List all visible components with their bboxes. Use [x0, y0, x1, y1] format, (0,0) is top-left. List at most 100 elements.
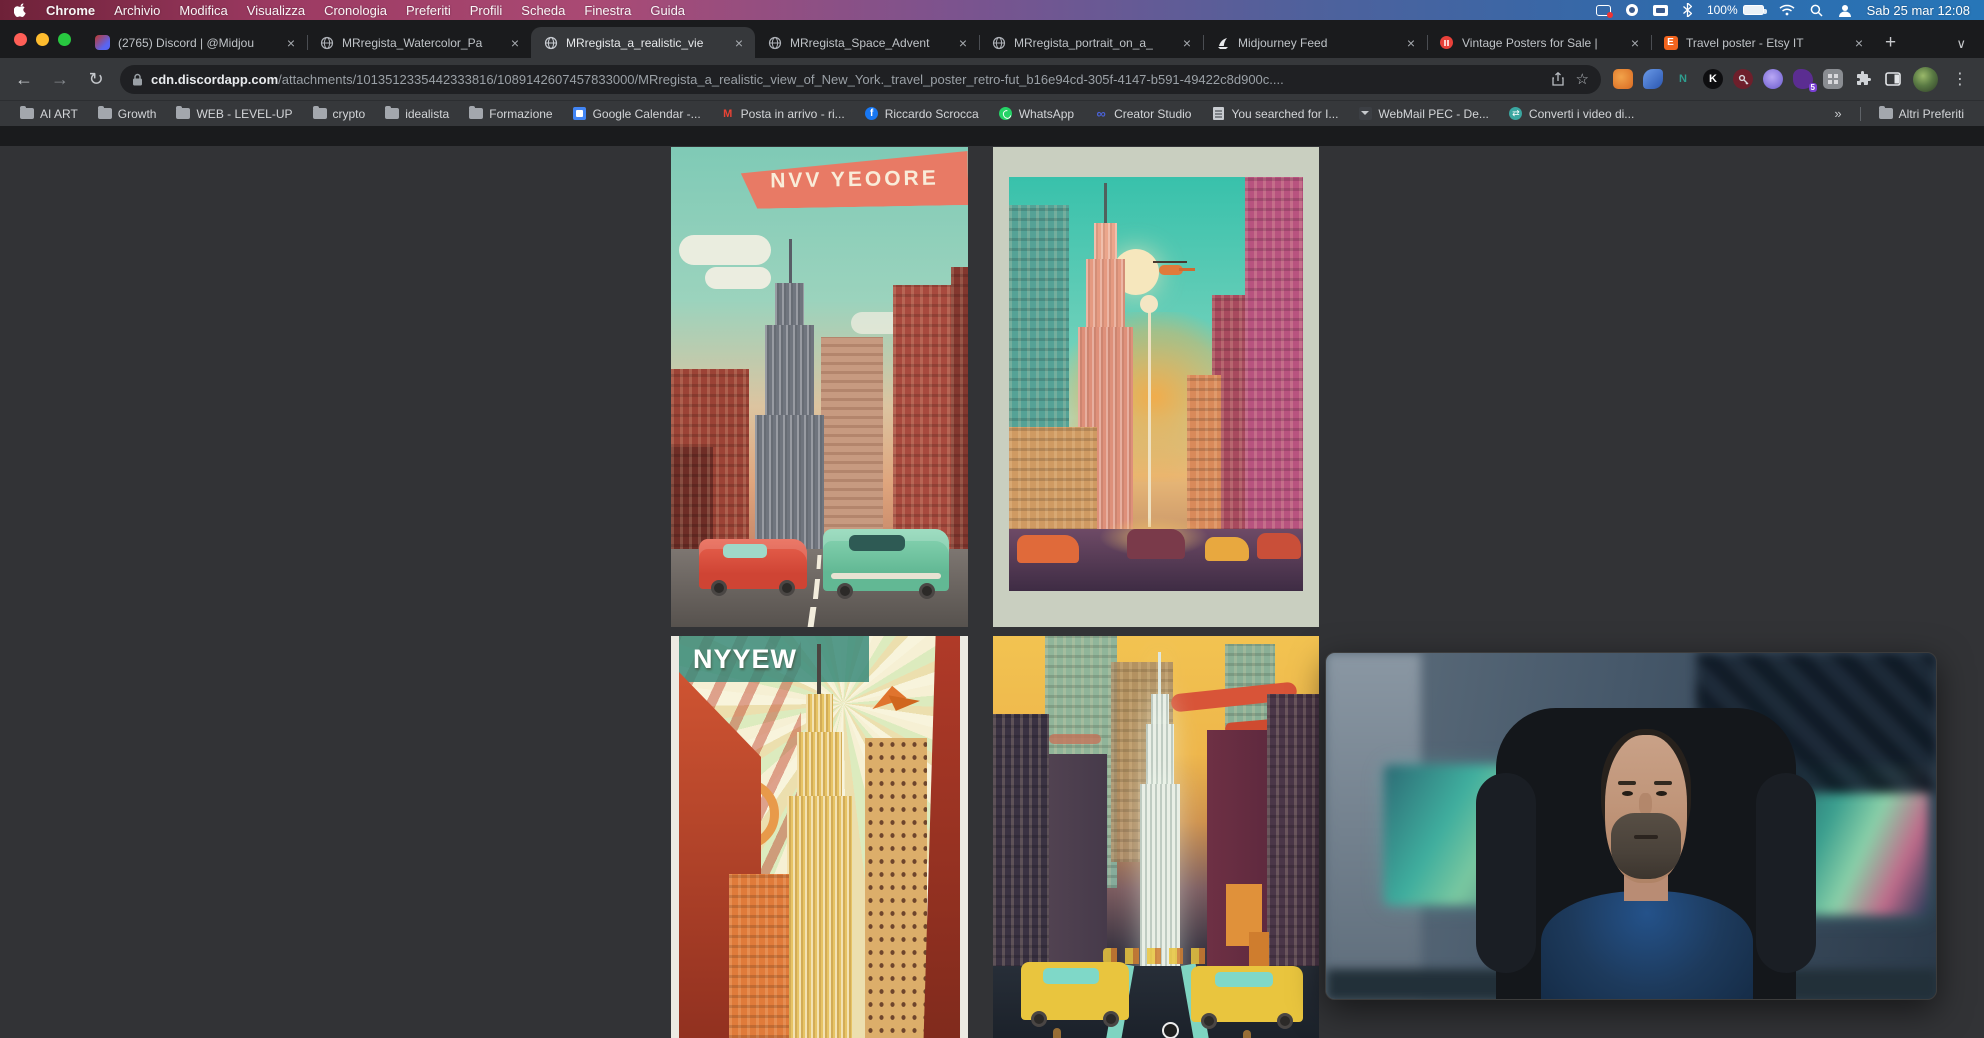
poster-image-bottom-left[interactable]: NYYEW: [671, 636, 968, 1038]
globe-favicon-icon: [543, 35, 558, 50]
chrome-menu-icon[interactable]: ⋮: [1948, 69, 1972, 89]
close-window-button[interactable]: [14, 33, 27, 46]
bookmark-folder-ai-art[interactable]: AI ART: [12, 105, 86, 123]
bookmark-label: Growth: [118, 107, 157, 121]
padlock-icon[interactable]: [132, 73, 143, 86]
poster-image-bottom-right[interactable]: [993, 636, 1319, 1038]
bookmarks-bar: AI ART Growth WEB - LEVEL-UP crypto idea…: [0, 100, 1984, 126]
extension-icon-purple-5[interactable]: 5: [1793, 69, 1813, 89]
tab-etsy[interactable]: E Travel poster - Etsy IT ×: [1651, 27, 1875, 58]
menu-chrome[interactable]: Chrome: [46, 3, 95, 18]
back-icon[interactable]: ←: [12, 69, 36, 90]
tab-close-icon[interactable]: ×: [1853, 35, 1865, 51]
bookmark-facebook-profile[interactable]: fRiccardo Scrocca: [857, 105, 987, 123]
taxi-wheel: [1031, 1011, 1047, 1027]
tab-close-icon[interactable]: ×: [509, 35, 521, 51]
extension-icon-teal-n[interactable]: N: [1673, 69, 1693, 89]
extension-icon-orange[interactable]: [1613, 69, 1633, 89]
bookmark-gmail-inbox[interactable]: MPosta in arrivo - ri...: [713, 105, 853, 123]
car-grille: [831, 573, 941, 579]
menu-preferiti[interactable]: Preferiti: [406, 3, 451, 18]
obs-status-icon[interactable]: [1626, 4, 1638, 16]
street-lamp-globe: [1140, 295, 1158, 313]
menu-bar-status: 100% Sab 25 mar 12:08: [1596, 3, 1970, 18]
forward-icon[interactable]: →: [48, 69, 72, 90]
menu-scheda[interactable]: Scheda: [521, 3, 565, 18]
battery-indicator[interactable]: 100%: [1707, 3, 1764, 17]
folder-icon: [469, 107, 483, 121]
tab-strip: (2765) Discord | @Midjou × MRregista_Wat…: [0, 20, 1984, 58]
tab-close-icon[interactable]: ×: [1181, 35, 1193, 51]
bookmark-folder-idealista[interactable]: idealista: [377, 105, 457, 123]
bookmark-you-searched[interactable]: You searched for I...: [1203, 105, 1346, 123]
minimize-window-button[interactable]: [36, 33, 49, 46]
tab-watercolor-image[interactable]: MRregista_Watercolor_Pa ×: [307, 27, 531, 58]
menu-modifica[interactable]: Modifica: [179, 3, 227, 18]
tab-vintage-posters[interactable]: Vintage Posters for Sale | ×: [1427, 27, 1651, 58]
address-bar[interactable]: cdn.discordapp.com/attachments/101351233…: [120, 65, 1601, 94]
tab-search-chevron-icon[interactable]: ∨: [1950, 36, 1976, 58]
bookmark-webmail-pec[interactable]: WebMail PEC - De...: [1350, 105, 1496, 123]
bluetooth-icon[interactable]: [1683, 3, 1692, 17]
empire-state-mid: [1146, 724, 1174, 788]
share-icon[interactable]: [1552, 72, 1564, 86]
reload-icon[interactable]: ↻: [84, 69, 108, 90]
bookmark-folder-crypto[interactable]: crypto: [305, 105, 374, 123]
apple-menu-icon[interactable]: [14, 3, 27, 18]
extension-icon-gray-grid[interactable]: [1823, 69, 1843, 89]
tab-label: MRregista_Space_Advent: [790, 36, 949, 50]
bookmark-creator-studio[interactable]: ∞Creator Studio: [1086, 105, 1199, 123]
tab-discord[interactable]: (2765) Discord | @Midjou ×: [83, 27, 307, 58]
tab-portrait[interactable]: MRregista_portrait_on_a_ ×: [979, 27, 1203, 58]
bookmark-whatsapp[interactable]: WhatsApp: [991, 105, 1082, 123]
bookmark-star-icon[interactable]: ☆: [1576, 70, 1589, 88]
tab-realistic-view-active[interactable]: MRregista_a_realistic_vie ×: [531, 27, 755, 58]
spotlight-search-icon[interactable]: [1810, 4, 1823, 17]
poster-image-top-left[interactable]: NVV YEOORE: [671, 147, 968, 627]
extension-icon-purple[interactable]: [1763, 69, 1783, 89]
person-nose: [1639, 793, 1652, 815]
street-reflection: [1053, 1028, 1061, 1038]
bookmark-video-converter[interactable]: ⇄Converti i video di...: [1501, 105, 1642, 123]
fast-user-switch-icon[interactable]: [1838, 4, 1852, 17]
menu-profili[interactable]: Profili: [470, 3, 503, 18]
bookmark-folder-growth[interactable]: Growth: [90, 105, 165, 123]
bookmarks-overflow-chevron[interactable]: »: [1826, 106, 1849, 121]
menu-cronologia[interactable]: Cronologia: [324, 3, 387, 18]
extension-icon-black-k[interactable]: K: [1703, 69, 1723, 89]
bookmark-folder-web-level-up[interactable]: WEB - LEVEL-UP: [168, 105, 300, 123]
tab-space-adventure[interactable]: MRregista_Space_Advent ×: [755, 27, 979, 58]
zoom-window-button[interactable]: [58, 33, 71, 46]
extensions-puzzle-icon[interactable]: [1853, 69, 1873, 89]
other-bookmarks-folder[interactable]: Altri Preferiti: [1871, 105, 1972, 123]
profile-avatar[interactable]: [1913, 67, 1938, 92]
tab-close-icon[interactable]: ×: [285, 35, 297, 51]
new-tab-button[interactable]: +: [1875, 32, 1906, 58]
etsy-favicon-icon: E: [1663, 35, 1678, 50]
tab-midjourney-feed[interactable]: Midjourney Feed ×: [1203, 27, 1427, 58]
screen-mirroring-icon[interactable]: [1596, 5, 1611, 16]
tab-close-icon[interactable]: ×: [1629, 35, 1641, 51]
menu-archivio[interactable]: Archivio: [114, 3, 160, 18]
wifi-icon[interactable]: [1779, 4, 1795, 16]
poster-image-top-right[interactable]: [993, 147, 1319, 627]
menu-bar-clock[interactable]: Sab 25 mar 12:08: [1867, 3, 1970, 18]
extension-icon-blue-feather[interactable]: [1643, 69, 1663, 89]
bookmark-label: You searched for I...: [1231, 107, 1338, 121]
side-panel-icon[interactable]: [1883, 69, 1903, 89]
window-manager-icon[interactable]: [1653, 5, 1668, 16]
url-domain: cdn.discordapp.com: [151, 72, 278, 87]
bookmark-folder-formazione[interactable]: Formazione: [461, 105, 560, 123]
menu-guida[interactable]: Guida: [650, 3, 685, 18]
menu-finestra[interactable]: Finestra: [584, 3, 631, 18]
menu-visualizza[interactable]: Visualizza: [247, 3, 305, 18]
folder-icon: [20, 107, 34, 121]
bookmark-label: Posta in arrivo - ri...: [741, 107, 845, 121]
bookmark-google-calendar[interactable]: Google Calendar -...: [565, 105, 709, 123]
extension-icon-key[interactable]: [1733, 69, 1753, 89]
tab-close-icon[interactable]: ×: [957, 35, 969, 51]
tab-close-icon[interactable]: ×: [733, 35, 745, 51]
webcam-overlay[interactable]: [1325, 652, 1937, 1000]
tab-label: MRregista_a_realistic_vie: [566, 36, 725, 50]
tab-close-icon[interactable]: ×: [1405, 35, 1417, 51]
